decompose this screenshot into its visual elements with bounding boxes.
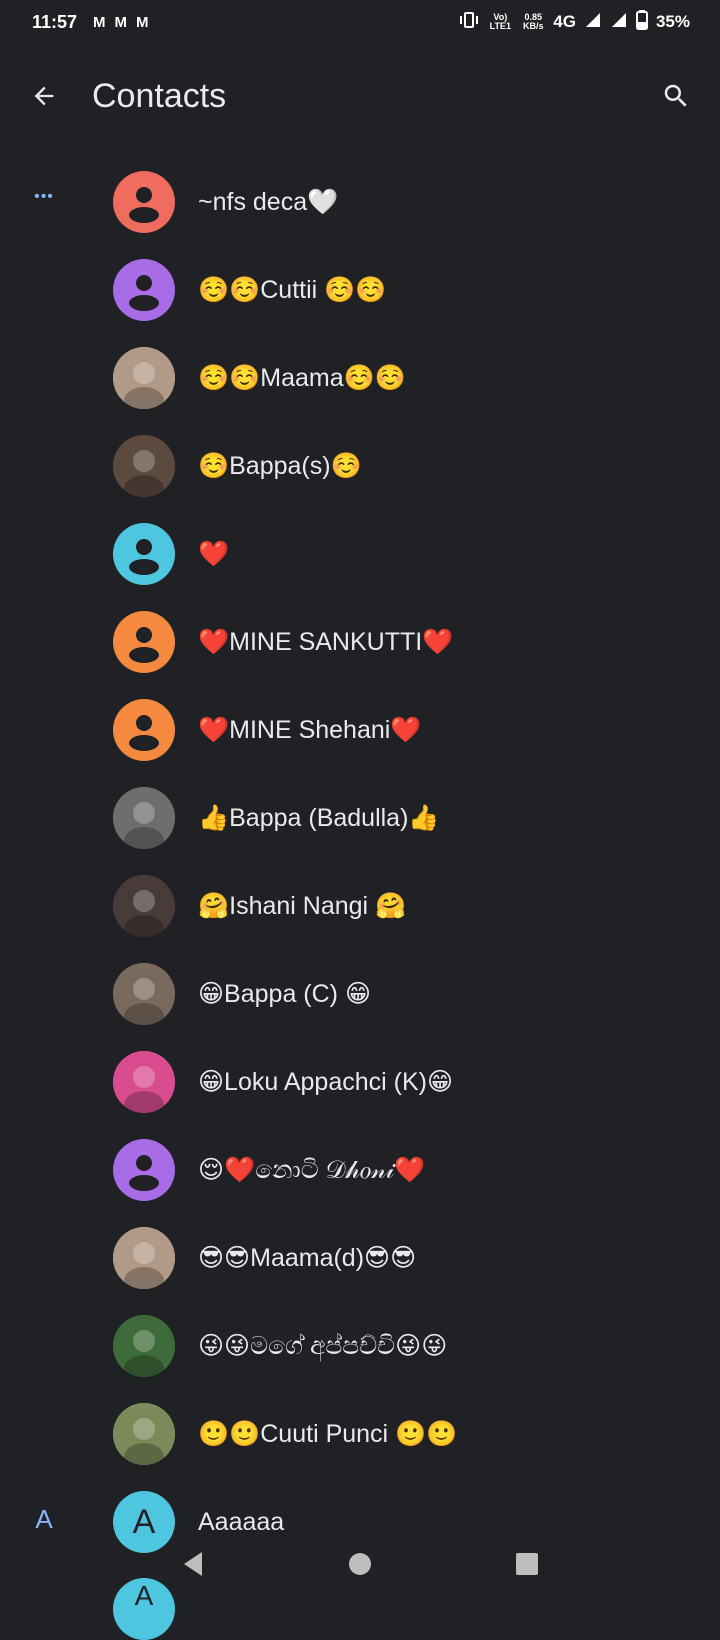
contact-row[interactable]: 👍Bappa (Badulla)👍 [0,774,720,862]
contact-row[interactable]: 😁Bappa (C) 😁 [0,950,720,1038]
signal-icon [610,12,628,33]
person-icon [129,1155,159,1191]
contact-name: 😜😜මගේ අප්පච්චි😜😜 [198,1332,448,1360]
contact-row[interactable]: 😁Loku Appachci (K)😁 [0,1038,720,1126]
back-button[interactable] [22,74,66,118]
contact-photo-avatar [113,787,175,849]
contact-name: 👍Bappa (Badulla)👍 [198,803,440,832]
contact-photo-avatar [113,1051,175,1113]
person-icon [129,627,159,663]
contact-photo-avatar [113,1315,175,1377]
circle-home-icon [348,1553,371,1575]
contact-photo-avatar [113,1227,175,1289]
contact-photo-avatar [113,435,175,497]
contact-row[interactable]: 🙂🙂Cuuti Punci 🙂🙂 [0,1390,720,1478]
contact-name: Aaaaaa [198,1507,285,1536]
triangle-back-icon [184,1552,203,1576]
nav-home-button[interactable] [340,1544,380,1584]
contact-name: 🤗Ishani Nangi 🤗 [198,891,407,920]
search-icon [664,84,687,107]
contact-row[interactable]: ~nfs deca🤍 [0,158,720,246]
contact-photo-image [113,435,175,497]
contact-row[interactable]: ❤️ [0,510,720,598]
contact-avatar [113,523,175,585]
gmail-notification-icon: M [93,13,105,31]
avatar-letter: A [134,1580,154,1611]
status-bar: 11:57 M M M Vo) LTE1 0.85 KB/s 4G 35% [0,0,720,44]
contact-photo-image [113,1315,175,1377]
contact-photo-avatar [113,1403,175,1465]
contact-name: ☺️☺️Maama☺️☺️ [198,363,406,392]
contact-avatar [113,611,175,673]
contact-photo-avatar [113,875,175,937]
contact-name: ❤️MINE Shehani❤️ [198,715,422,744]
contact-name: ❤️ [198,539,230,568]
gmail-notification-icon: M [114,13,127,31]
contact-photo-image [113,963,175,1025]
contact-photo-image [113,1227,175,1289]
contact-name: ☺️Bappa(s)☺️ [198,451,362,480]
arrow-back-icon [34,86,54,106]
contact-row[interactable]: ❤️MINE SANKUTTI❤️ [0,598,720,686]
gmail-notification-icon: M [136,13,148,31]
contact-name: ❤️MINE SANKUTTI❤️ [198,627,454,656]
status-time: 11:57 [32,11,78,32]
contact-photo-avatar [113,963,175,1025]
person-icon [129,715,159,751]
contact-row[interactable]: 😜😜මගේ අප්පච්චි😜😜 [0,1302,720,1390]
contact-avatar [113,1139,175,1201]
contact-name: 🙂🙂Cuuti Punci 🙂🙂 [198,1419,458,1448]
vibrate-icon [459,11,479,34]
nav-recents-button[interactable] [507,1544,547,1584]
person-icon [129,275,159,311]
person-icon [129,187,159,223]
contact-row[interactable]: 😎😎Maama(d)😎😎 [0,1214,720,1302]
contact-row[interactable]: 🤗Ishani Nangi 🤗 [0,862,720,950]
contact-name: 😌❤️නොටි 𝒟𝒽𝑜𝓃𝒾❤️ [198,1156,426,1184]
contact-name: ~nfs deca🤍 [198,187,339,216]
contact-avatar [113,699,175,761]
contact-row[interactable]: ☺️☺️Cuttii ☺️☺️ [0,246,720,334]
contact-row[interactable]: ☺️☺️Maama☺️☺️ [0,334,720,422]
contact-avatar [113,259,175,321]
person-icon [129,539,159,575]
search-button[interactable] [654,74,698,118]
contact-photo-avatar [113,347,175,409]
nav-back-button[interactable] [173,1544,213,1584]
network-type: 4G [553,12,576,31]
square-recents-icon [515,1553,538,1575]
contact-avatar-partial: A [113,1578,175,1640]
contact-photo-image [113,1403,175,1465]
contact-name: ☺️☺️Cuttii ☺️☺️ [198,275,387,304]
contact-photo-image [113,1051,175,1113]
contact-photo-image [113,347,175,409]
volte-indicator: Vo) LTE1 [489,12,511,31]
avatar-letter: A [132,1502,156,1541]
signal-icon [584,12,602,33]
contact-row[interactable]: ❤️MINE Shehani❤️ [0,686,720,774]
contact-photo-image [113,875,175,937]
contact-avatar [113,171,175,233]
system-navigation-bar [0,1544,720,1584]
contact-row[interactable]: 😌❤️නොටි 𝒟𝒽𝑜𝓃𝒾❤️ [0,1126,720,1214]
battery-percent: 35% [655,12,690,31]
network-speed: 0.85 KB/s [523,12,544,31]
app-bar: Contacts [0,50,720,142]
contact-photo-image [113,787,175,849]
contact-row[interactable]: ☺️Bappa(s)☺️ [0,422,720,510]
contact-name: 😁Loku Appachci (K)😁 [198,1068,454,1096]
contact-name: 😁Bappa (C) 😁 [198,980,372,1008]
battery-icon [635,9,648,35]
contact-name: 😎😎Maama(d)😎😎 [198,1244,417,1272]
page-title: Contacts [92,76,227,115]
